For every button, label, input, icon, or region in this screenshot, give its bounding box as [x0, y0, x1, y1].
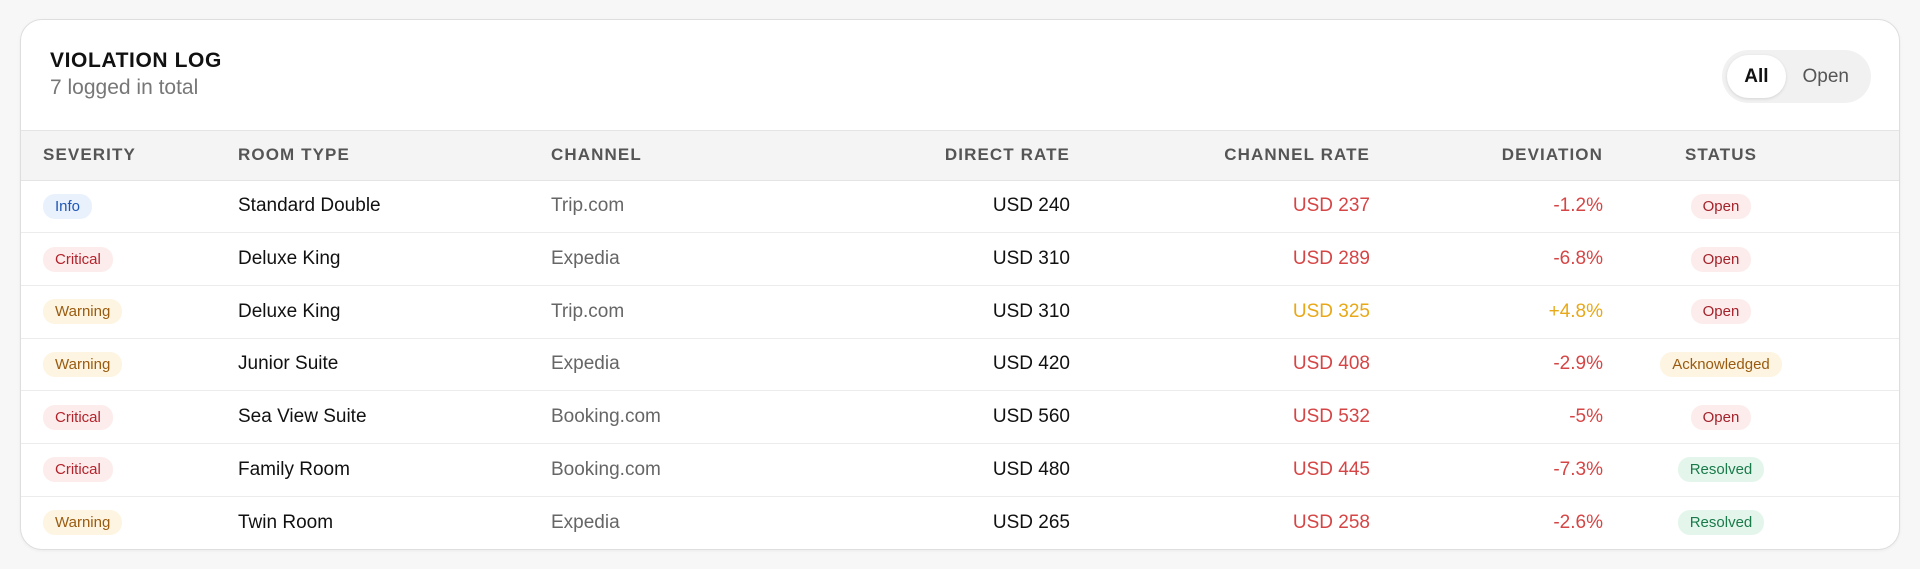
table-body: Info Standard Double Trip.com USD 240 USD 23… [21, 180, 1899, 549]
table-header-row: SEVERITY ROOM TYPE CHANNEL DIRECT RATE C… [21, 131, 1899, 181]
status-badge: Open [1690, 193, 1752, 219]
status-cell: Open [1603, 232, 1899, 286]
severity-badge: Critical [43, 457, 113, 483]
severity-cell: Warning [21, 495, 238, 549]
status-cell: Open [1603, 180, 1899, 233]
violation-table: SEVERITY ROOM TYPE CHANNEL DIRECT RATE C… [21, 131, 1899, 549]
status-cell: Acknowledged [1603, 337, 1899, 391]
column-header-direct-rate[interactable]: DIRECT RATE [791, 131, 1070, 181]
channel-cell: Trip.com [551, 195, 625, 217]
severity-badge: Critical [43, 404, 113, 430]
room-type-cell: Deluxe King [238, 232, 551, 286]
direct-rate-cell: USD 560 [791, 390, 1070, 444]
status-badge: Acknowledged [1660, 351, 1782, 377]
deviation-cell: -2.9% [1370, 337, 1603, 391]
status-badge: Resolved [1677, 510, 1765, 536]
column-header-status[interactable]: STATUS [1603, 131, 1899, 181]
severity-cell: Info [21, 180, 238, 233]
status-badge: Open [1690, 299, 1752, 325]
deviation-cell: -2.6% [1370, 495, 1603, 549]
channel-rate-cell: USD 408 [1070, 337, 1370, 391]
filter-all-button[interactable]: All [1727, 55, 1786, 98]
deviation-cell: +4.8% [1370, 284, 1603, 339]
column-header-channel[interactable]: CHANNEL [551, 131, 791, 181]
severity-cell: Warning [21, 284, 238, 339]
room-type-cell: Sea View Suite [238, 390, 551, 444]
table-row[interactable]: Warning Junior Suite Expedia USD 420 USD 408… [21, 337, 1899, 391]
channel-rate-cell: USD 325 [1070, 284, 1370, 339]
card-header: VIOLATION LOG 7 logged in total All Open [21, 20, 1899, 131]
status-filter-toggle: All Open [1722, 50, 1871, 103]
severity-badge: Critical [43, 246, 113, 272]
status-badge: Open [1690, 404, 1752, 430]
table-row[interactable]: Critical Deluxe King Expedia USD 310 USD 289… [21, 232, 1899, 286]
column-header-deviation[interactable]: DEVIATION [1370, 131, 1603, 181]
room-type-cell: Standard Double [238, 195, 381, 217]
room-type-cell: Deluxe King [238, 284, 551, 339]
direct-rate-cell: USD 240 [992, 195, 1070, 217]
column-header-severity[interactable]: SEVERITY [21, 131, 238, 181]
severity-badge: Warning [43, 351, 123, 377]
filter-open-button[interactable]: Open [1786, 55, 1866, 98]
channel-cell: Expedia [551, 337, 791, 391]
channel-rate-cell: USD 532 [1070, 390, 1370, 444]
channel-rate-cell: USD 445 [1070, 442, 1370, 497]
channel-cell: Booking.com [551, 390, 791, 444]
status-cell: Resolved [1603, 495, 1899, 549]
violation-log-card: VIOLATION LOG 7 logged in total All Open… [20, 19, 1900, 550]
channel-cell: Booking.com [551, 442, 791, 497]
channel-cell: Expedia [551, 495, 791, 549]
status-badge: Open [1690, 246, 1752, 272]
direct-rate-cell: USD 480 [791, 442, 1070, 497]
status-badge: Resolved [1677, 457, 1765, 483]
status-cell: Open [1603, 284, 1899, 339]
deviation-cell: -7.3% [1370, 442, 1603, 497]
room-type-cell: Family Room [238, 442, 551, 497]
severity-badge: Info [43, 193, 93, 219]
page-title: VIOLATION LOG [50, 49, 222, 72]
channel-rate-cell: USD 289 [1070, 232, 1370, 286]
direct-rate-cell: USD 420 [791, 337, 1070, 391]
table-row[interactable]: Critical Sea View Suite Booking.com USD 560… [21, 390, 1899, 444]
deviation-cell: -1.2% [1553, 195, 1603, 217]
severity-cell: Critical [21, 232, 238, 286]
direct-rate-cell: USD 310 [791, 284, 1070, 339]
channel-cell: Trip.com [551, 284, 791, 339]
channel-rate-cell: USD 258 [1070, 495, 1370, 549]
room-type-cell: Twin Room [238, 495, 551, 549]
status-cell: Resolved [1603, 442, 1899, 497]
severity-cell: Warning [21, 337, 238, 391]
channel-cell: Expedia [551, 232, 791, 286]
table-row[interactable]: Warning Deluxe King Trip.com USD 310 USD 325… [21, 284, 1899, 339]
status-cell: Open [1603, 390, 1899, 444]
total-count: 7 logged in total [50, 76, 199, 99]
severity-badge: Warning [43, 299, 123, 325]
severity-cell: Critical [21, 442, 238, 497]
severity-cell: Critical [21, 390, 238, 444]
channel-rate-cell: USD 237 [1292, 195, 1370, 217]
table-row[interactable]: Critical Family Room Booking.com USD 480 USD… [21, 442, 1899, 497]
column-header-room-type[interactable]: ROOM TYPE [238, 131, 551, 181]
table-row[interactable]: Warning Twin Room Expedia USD 265 USD 258 -2.… [21, 495, 1899, 549]
deviation-cell: -6.8% [1370, 232, 1603, 286]
table-row[interactable]: Info Standard Double Trip.com USD 240 USD 23… [21, 180, 1899, 233]
deviation-cell: -5% [1370, 390, 1603, 444]
direct-rate-cell: USD 265 [791, 495, 1070, 549]
severity-badge: Warning [43, 510, 123, 536]
room-type-cell: Junior Suite [238, 337, 551, 391]
direct-rate-cell: USD 310 [791, 232, 1070, 286]
column-header-channel-rate[interactable]: CHANNEL RATE [1070, 131, 1370, 181]
